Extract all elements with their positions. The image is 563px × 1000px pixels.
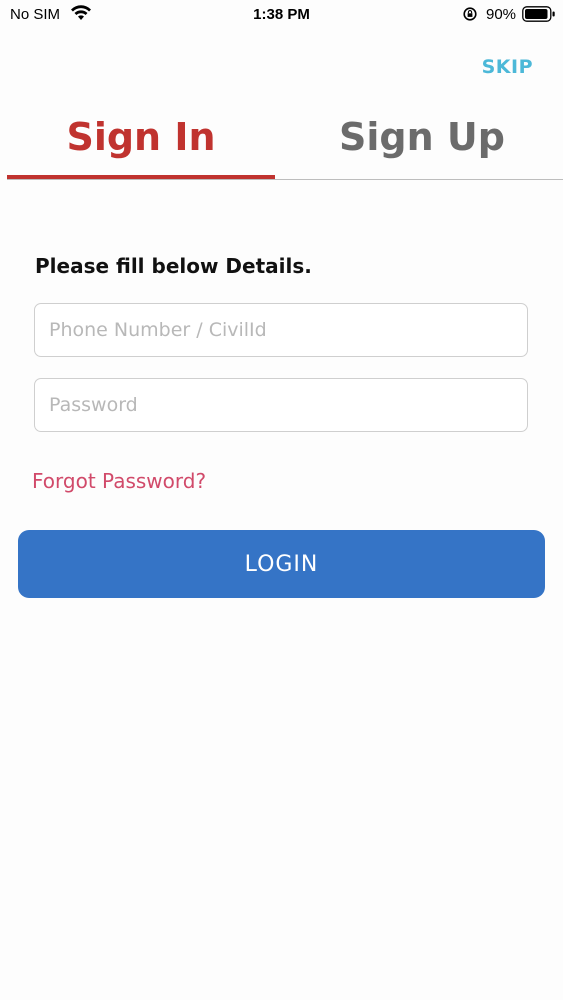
- form-heading: Please fill below Details.: [35, 254, 312, 278]
- phone-civilid-input[interactable]: [34, 303, 528, 357]
- tabs-divider: [7, 179, 563, 180]
- battery-icon: [522, 6, 555, 22]
- login-button[interactable]: LOGIN: [18, 530, 545, 598]
- lock-rotation-icon: [463, 7, 477, 21]
- clock-label: 1:38 PM: [253, 6, 310, 23]
- skip-button[interactable]: SKIP: [482, 56, 533, 78]
- tab-sign-in[interactable]: Sign In: [7, 108, 275, 180]
- battery-percent-label: 90%: [486, 6, 517, 23]
- status-bar: No SIM 1:38 PM 90%: [0, 0, 563, 30]
- auth-tabs: Sign In Sign Up: [7, 108, 563, 180]
- forgot-password-link[interactable]: Forgot Password?: [32, 469, 206, 493]
- password-input[interactable]: [34, 378, 528, 432]
- tab-sign-up[interactable]: Sign Up: [282, 108, 562, 180]
